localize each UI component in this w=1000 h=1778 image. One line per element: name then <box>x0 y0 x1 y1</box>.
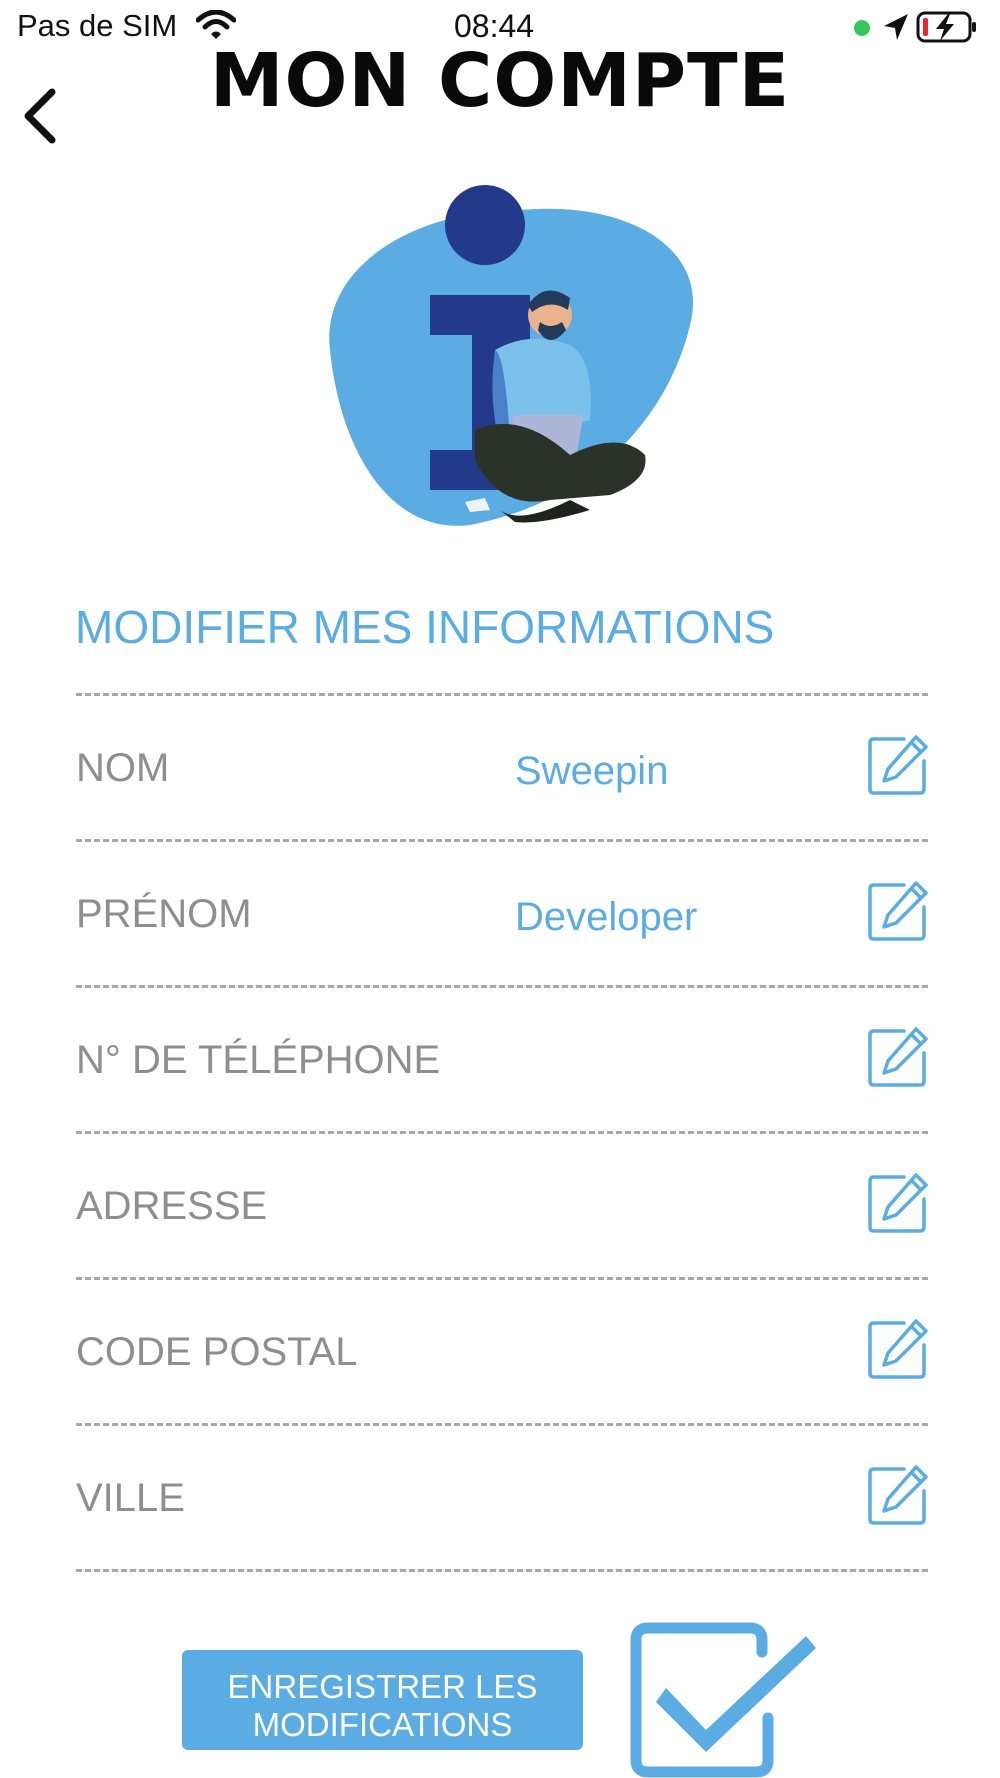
edit-icon[interactable] <box>866 879 930 943</box>
field-label: VILLE <box>76 1476 185 1520</box>
field-row-nom: NOM Sweepin <box>76 695 928 841</box>
field-label: NOM <box>76 746 170 790</box>
page-title: MON COMPTE <box>209 38 791 124</box>
field-label: PRÉNOM <box>76 892 252 936</box>
field-label: ADRESSE <box>76 1184 268 1228</box>
privacy-indicator-icon <box>854 20 870 36</box>
info-person-illustration <box>329 185 694 526</box>
field-row-telephone: N° DE TÉLÉPHONE <box>76 987 928 1133</box>
field-row-adresse: ADRESSE <box>76 1133 928 1279</box>
save-label-line2: MODIFICATIONS <box>252 1706 513 1743</box>
save-label-line1: ENREGISTRER LES <box>227 1668 538 1705</box>
wifi-icon <box>196 10 236 39</box>
field-row-prenom: PRÉNOM Developer <box>76 841 928 987</box>
edit-icon[interactable] <box>866 1171 930 1235</box>
field-label: CODE POSTAL <box>76 1330 358 1374</box>
field-value: Developer <box>515 895 698 939</box>
edit-icon[interactable] <box>866 733 930 797</box>
edit-icon[interactable] <box>866 1463 930 1527</box>
checkbox-check-icon[interactable] <box>630 1622 820 1778</box>
field-row-code-postal: CODE POSTAL <box>76 1279 928 1425</box>
field-label: N° DE TÉLÉPHONE <box>76 1038 441 1082</box>
field-value: Sweepin <box>515 749 669 793</box>
save-changes-button[interactable]: ENREGISTRER LES MODIFICATIONS <box>182 1650 583 1750</box>
edit-icon[interactable] <box>866 1317 930 1381</box>
section-title: MODIFIER MES INFORMATIONS <box>75 601 775 653</box>
field-row-ville: VILLE <box>76 1425 928 1571</box>
edit-icon[interactable] <box>866 1025 930 1089</box>
